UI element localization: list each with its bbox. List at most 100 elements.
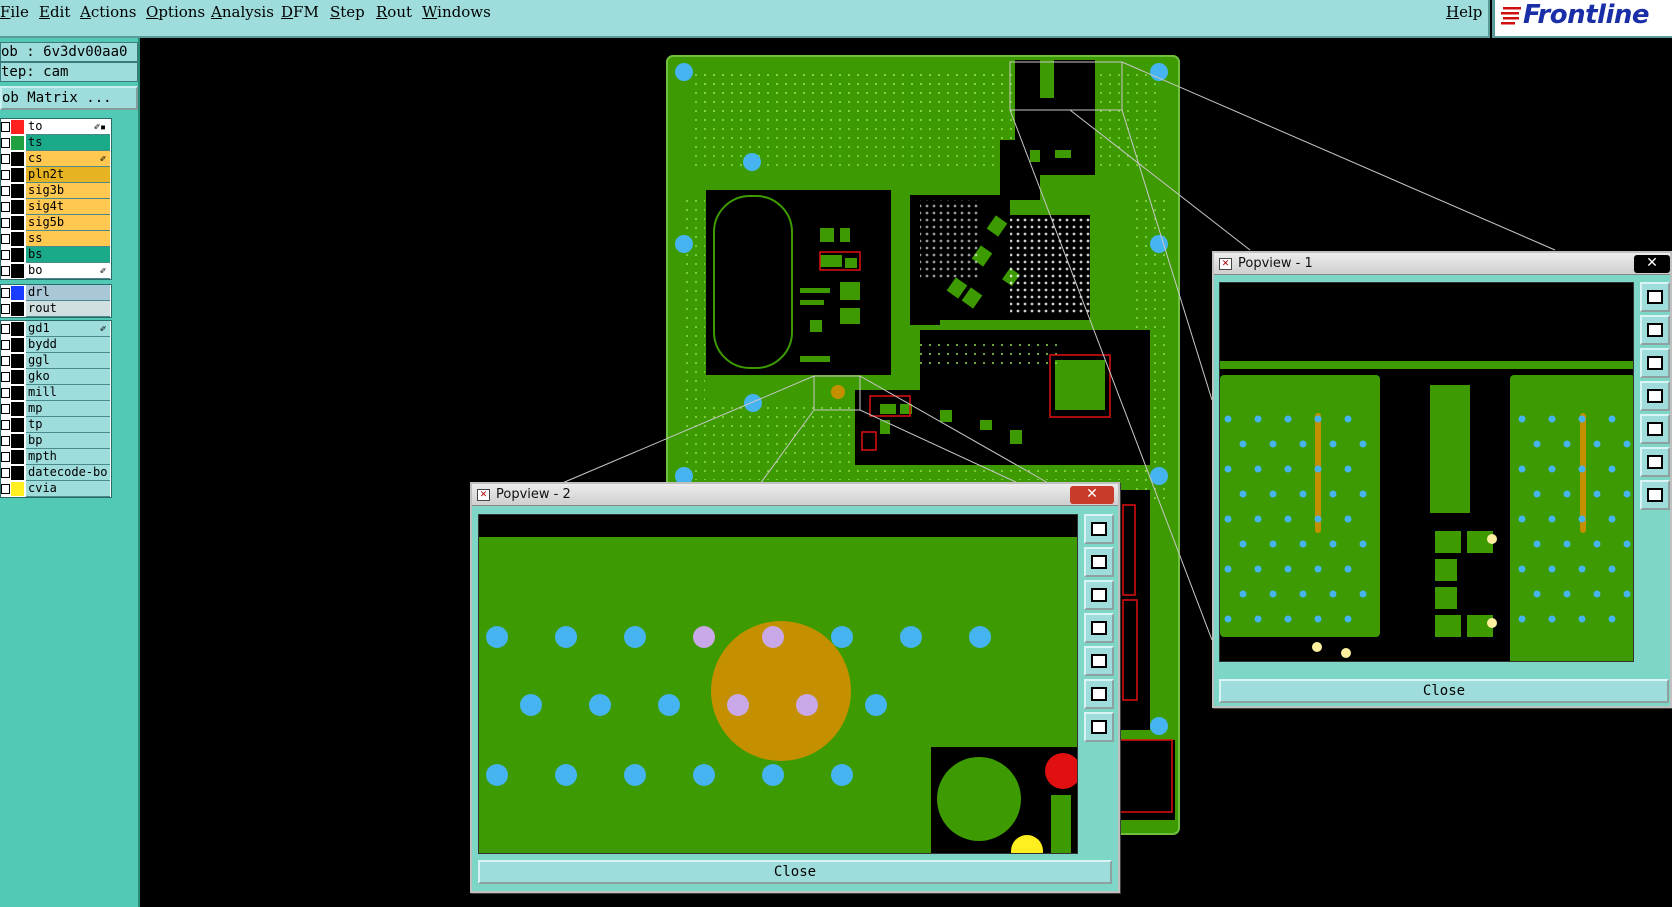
zoom-out-icon[interactable] bbox=[1084, 712, 1114, 742]
layer-checkbox[interactable] bbox=[1, 202, 10, 212]
pan-left-icon[interactable] bbox=[1640, 381, 1670, 411]
layer-row[interactable]: mp bbox=[1, 401, 111, 417]
layer-color-swatch[interactable] bbox=[11, 450, 24, 464]
layer-row[interactable]: ggl bbox=[1, 353, 111, 369]
menu-windows[interactable]: Windows bbox=[422, 3, 491, 21]
layer-row[interactable]: gd1 ✐ bbox=[1, 321, 111, 337]
layer-row[interactable]: sig4t bbox=[1, 199, 111, 215]
layer-checkbox[interactable] bbox=[1, 170, 10, 180]
menu-options[interactable]: Options bbox=[146, 3, 205, 21]
layer-name[interactable]: datecode-bo bbox=[26, 465, 110, 481]
popview-1-close-button[interactable]: Close bbox=[1219, 679, 1669, 703]
pan-up-icon[interactable] bbox=[1640, 315, 1670, 345]
layer-checkbox[interactable] bbox=[1, 484, 10, 494]
layer-color-swatch[interactable] bbox=[11, 434, 24, 448]
layer-row[interactable]: gko bbox=[1, 369, 111, 385]
layer-color-swatch[interactable] bbox=[11, 136, 24, 150]
layer-checkbox[interactable] bbox=[1, 436, 10, 446]
layer-color-swatch[interactable] bbox=[11, 216, 24, 230]
layer-checkbox[interactable] bbox=[1, 304, 10, 314]
layer-name[interactable]: ts bbox=[26, 135, 110, 151]
menu-help[interactable]: Help bbox=[1446, 3, 1482, 21]
layer-checkbox[interactable] bbox=[1, 372, 10, 382]
job-matrix-button[interactable]: ob Matrix ... bbox=[0, 86, 138, 110]
layer-checkbox[interactable] bbox=[1, 154, 10, 164]
layer-row[interactable]: rout bbox=[1, 301, 111, 317]
menu-analysis[interactable]: Analysis bbox=[211, 3, 274, 21]
layer-name[interactable]: gko bbox=[26, 369, 110, 385]
menu-rout[interactable]: Rout bbox=[376, 3, 412, 21]
layer-row[interactable]: ts bbox=[1, 135, 111, 151]
layer-name[interactable]: sig5b bbox=[26, 215, 110, 231]
layer-name[interactable]: gd1 ✐ bbox=[26, 321, 110, 337]
layer-name[interactable]: mill bbox=[26, 385, 110, 401]
layer-row[interactable]: mpth bbox=[1, 449, 111, 465]
layer-name[interactable]: mp bbox=[26, 401, 110, 417]
layer-checkbox[interactable] bbox=[1, 122, 10, 132]
layer-color-swatch[interactable] bbox=[11, 466, 24, 480]
zoom-in-icon[interactable] bbox=[1084, 679, 1114, 709]
layer-color-swatch[interactable] bbox=[11, 264, 24, 278]
layer-color-swatch[interactable] bbox=[11, 354, 24, 368]
layer-checkbox[interactable] bbox=[1, 138, 10, 148]
popview-2-close-button[interactable]: Close bbox=[478, 860, 1112, 884]
zoom-fit-icon[interactable] bbox=[1640, 282, 1670, 312]
menu-dfm[interactable]: DFM bbox=[281, 3, 319, 21]
layer-name[interactable]: cs ✐ bbox=[26, 151, 110, 167]
popview-1-canvas[interactable] bbox=[1219, 282, 1634, 662]
pan-left-icon[interactable] bbox=[1084, 613, 1114, 643]
layer-name[interactable]: sig3b bbox=[26, 183, 110, 199]
layer-name[interactable]: cvia bbox=[26, 481, 110, 497]
layer-row[interactable]: cs ✐ bbox=[1, 151, 111, 167]
layer-checkbox[interactable] bbox=[1, 388, 10, 398]
layer-checkbox[interactable] bbox=[1, 340, 10, 350]
pan-down-icon[interactable] bbox=[1640, 348, 1670, 378]
layer-name[interactable]: rout bbox=[26, 301, 110, 317]
layer-row[interactable]: bs bbox=[1, 247, 111, 263]
layer-checkbox[interactable] bbox=[1, 234, 10, 244]
layer-color-swatch[interactable] bbox=[11, 232, 24, 246]
layer-row[interactable]: mill bbox=[1, 385, 111, 401]
layer-row[interactable]: pln2t bbox=[1, 167, 111, 183]
menu-file[interactable]: File bbox=[0, 3, 29, 21]
layer-color-swatch[interactable] bbox=[11, 248, 24, 262]
layer-color-swatch[interactable] bbox=[11, 184, 24, 198]
layer-name[interactable]: to ✐▪ bbox=[26, 119, 110, 135]
layer-name[interactable]: pln2t bbox=[26, 167, 110, 183]
layer-color-swatch[interactable] bbox=[11, 168, 24, 182]
zoom-in-icon[interactable] bbox=[1640, 447, 1670, 477]
layer-name[interactable]: bp bbox=[26, 433, 110, 449]
layer-checkbox[interactable] bbox=[1, 186, 10, 196]
layer-checkbox[interactable] bbox=[1, 452, 10, 462]
layer-name[interactable]: tp bbox=[26, 417, 110, 433]
layer-row[interactable]: to ✐▪ bbox=[1, 119, 111, 135]
zoom-fit-icon[interactable] bbox=[1084, 514, 1114, 544]
layer-color-swatch[interactable] bbox=[11, 418, 24, 432]
layer-name[interactable]: drl bbox=[26, 285, 110, 301]
layer-name[interactable]: ss bbox=[26, 231, 110, 247]
popview-1-close-x-button[interactable]: ✕ bbox=[1634, 255, 1670, 273]
popview-2-close-x-button[interactable]: ✕ bbox=[1070, 486, 1114, 504]
pan-right-icon[interactable] bbox=[1640, 414, 1670, 444]
layer-checkbox[interactable] bbox=[1, 266, 10, 276]
pan-up-icon[interactable] bbox=[1084, 547, 1114, 577]
layer-color-swatch[interactable] bbox=[11, 302, 24, 316]
layer-row[interactable]: drl bbox=[1, 285, 111, 301]
layer-color-swatch[interactable] bbox=[11, 402, 24, 416]
layer-checkbox[interactable] bbox=[1, 324, 10, 334]
menu-actions[interactable]: Actions bbox=[80, 3, 136, 21]
layer-color-swatch[interactable] bbox=[11, 370, 24, 384]
zoom-out-icon[interactable] bbox=[1640, 480, 1670, 510]
layer-row[interactable]: sig3b bbox=[1, 183, 111, 199]
layer-name[interactable]: ggl bbox=[26, 353, 110, 369]
layer-row[interactable]: sig5b bbox=[1, 215, 111, 231]
pan-down-icon[interactable] bbox=[1084, 580, 1114, 610]
layer-color-swatch[interactable] bbox=[11, 322, 24, 336]
layer-color-swatch[interactable] bbox=[11, 120, 24, 134]
layer-name[interactable]: bs bbox=[26, 247, 110, 263]
layer-checkbox[interactable] bbox=[1, 250, 10, 260]
layer-row[interactable]: bp bbox=[1, 433, 111, 449]
layer-checkbox[interactable] bbox=[1, 356, 10, 366]
layer-name[interactable]: bydd bbox=[26, 337, 110, 353]
layer-color-swatch[interactable] bbox=[11, 338, 24, 352]
